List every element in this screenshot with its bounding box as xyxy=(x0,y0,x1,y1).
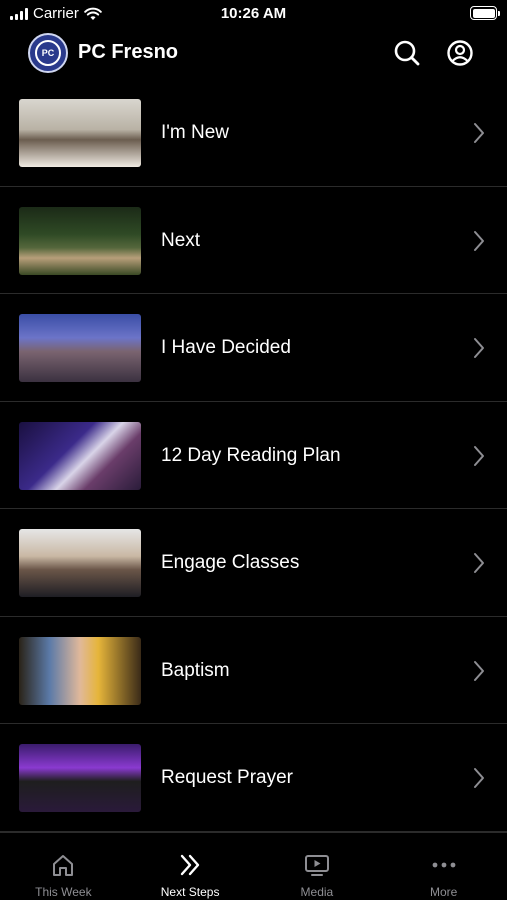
chevron-right-icon xyxy=(474,123,484,143)
tab-media[interactable]: Media xyxy=(254,833,381,900)
logo-text: PC xyxy=(35,40,61,66)
list-item-engage-classes[interactable]: Engage Classes xyxy=(0,509,507,617)
chevron-right-icon xyxy=(474,230,484,251)
thumbnail-image xyxy=(19,314,141,382)
list-item-im-new[interactable]: I'm New xyxy=(0,79,507,187)
list-item-label: I Have Decided xyxy=(161,337,291,358)
thumbnail-image xyxy=(19,421,141,490)
tab-this-week[interactable]: This Week xyxy=(0,833,127,900)
tab-label: Next Steps xyxy=(160,885,220,899)
chevron-right-icon xyxy=(474,768,484,788)
list-item-label: Next xyxy=(161,229,201,251)
list-item-label: I'm New xyxy=(161,122,230,143)
ellipsis-icon xyxy=(432,862,456,868)
status-bar: Carrier 10:26 AM xyxy=(0,0,507,30)
thumbnail-image xyxy=(19,744,141,812)
play-screen-icon xyxy=(304,855,329,876)
tab-label: More xyxy=(429,885,458,899)
search-icon xyxy=(394,40,420,66)
thumbnail-image xyxy=(19,529,141,597)
list-item-label: Request Prayer xyxy=(161,767,294,788)
search-button[interactable] xyxy=(392,38,422,68)
account-icon xyxy=(447,40,473,66)
tab-more[interactable]: More xyxy=(380,833,507,900)
app-header: PC PC Fresno xyxy=(0,30,507,78)
tab-label: This Week xyxy=(35,885,92,899)
list-item-label: 12 Day Reading Plan xyxy=(161,444,341,466)
battery-icon xyxy=(470,6,500,20)
app-title: PC Fresno xyxy=(78,41,179,63)
next-steps-list: I'm New Next I Have Decided 12 Day Readi… xyxy=(0,79,507,832)
list-item-label: Engage Classes xyxy=(161,552,300,573)
chevron-right-icon xyxy=(474,338,484,358)
double-chevron-right-icon xyxy=(180,854,200,876)
thumbnail-image xyxy=(19,636,141,705)
list-item-request-prayer[interactable]: Request Prayer xyxy=(0,724,507,832)
chevron-right-icon xyxy=(474,553,484,573)
list-item-next[interactable]: Next xyxy=(0,187,507,294)
tab-label: Media xyxy=(300,885,334,899)
church-logo: PC xyxy=(28,33,68,73)
list-item-label: Baptism xyxy=(161,659,230,681)
account-button[interactable] xyxy=(445,38,475,68)
list-item-i-have-decided[interactable]: I Have Decided xyxy=(0,294,507,402)
list-item-reading-plan[interactable]: 12 Day Reading Plan xyxy=(0,402,507,509)
chevron-right-icon xyxy=(474,660,484,681)
tab-next-steps[interactable]: Next Steps xyxy=(127,833,254,900)
list-item-baptism[interactable]: Baptism xyxy=(0,617,507,724)
thumbnail-image xyxy=(19,99,141,167)
thumbnail-image xyxy=(19,206,141,275)
status-time: 10:26 AM xyxy=(220,5,287,22)
home-icon xyxy=(53,855,74,876)
tab-bar: This Week Next Steps Media More xyxy=(0,832,507,900)
chevron-right-icon xyxy=(474,445,484,466)
